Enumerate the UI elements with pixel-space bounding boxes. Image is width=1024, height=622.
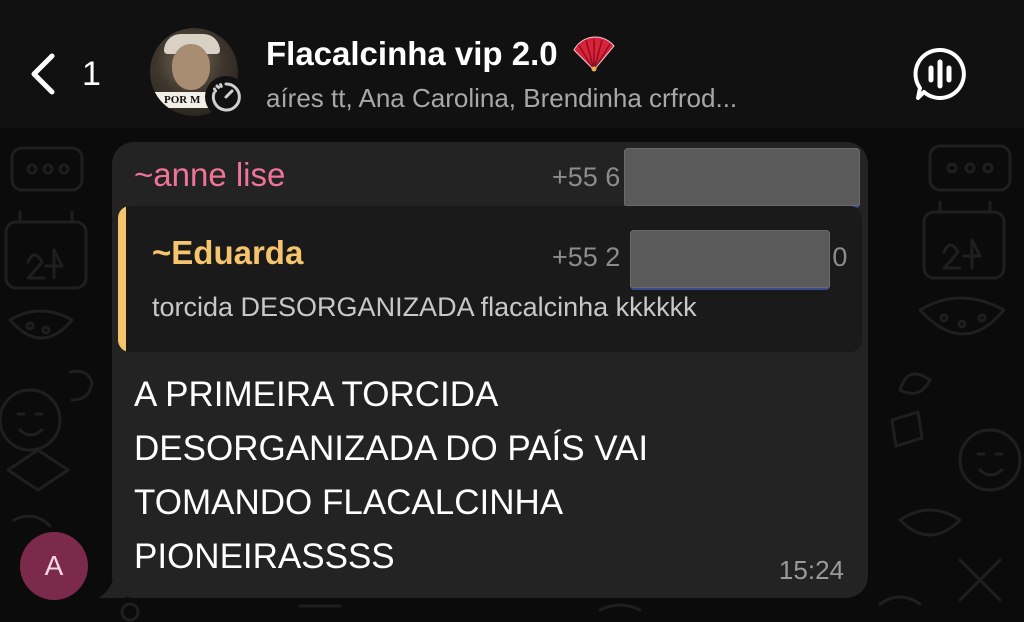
redaction-box — [630, 230, 830, 290]
disappearing-timer-icon — [211, 82, 241, 112]
redaction-box — [624, 148, 860, 208]
message-time: 15:24 — [778, 555, 844, 585]
chat-header: 1 POR M Flacalcinha vip 2.0 aíres tt, An… — [0, 0, 1024, 128]
chat-title-block[interactable]: Flacalcinha vip 2.0 aíres tt, Ana Caroli… — [266, 32, 866, 116]
sender-phone: +55 6 — [552, 162, 621, 192]
chat-screen: 1 POR M Flacalcinha vip 2.0 aíres tt, An… — [0, 0, 1024, 622]
quote-accent-bar — [118, 206, 126, 352]
message-bubble[interactable]: ~anne lise +55 6 ~Eduarda +55 2 0 torcida… — [112, 142, 868, 598]
quoted-message[interactable]: ~Eduarda +55 2 0 torcida DESORGANIZADA fl… — [118, 206, 862, 352]
group-members: aíres tt, Ana Carolina, Brendinha crfrod… — [266, 83, 738, 113]
quoted-phone-suffix: 0 — [832, 242, 848, 272]
sender-name[interactable]: ~anne lise — [134, 154, 285, 196]
group-title: Flacalcinha vip 2.0 — [266, 32, 866, 76]
folding-fan-icon — [573, 36, 615, 72]
quoted-text: torcida DESORGANIZADA flacalcinha kkkkkk — [152, 292, 697, 322]
voice-chat-icon — [913, 47, 966, 100]
quoted-sender-name: ~Eduarda — [152, 234, 304, 271]
chevron-left-icon — [31, 53, 55, 95]
unread-count: 1 — [82, 55, 101, 93]
message-text: A PRIMEIRA TORCIDA DESORGANIZADA DO PAÍS… — [134, 375, 649, 576]
disappearing-timer-badge — [205, 76, 247, 118]
sender-avatar[interactable]: A — [20, 532, 88, 600]
voice-chat-button[interactable] — [910, 44, 970, 104]
back-button[interactable]: 1 — [28, 48, 118, 100]
group-title-text: Flacalcinha vip 2.0 — [266, 35, 558, 72]
quoted-phone-prefix: +55 2 — [552, 242, 621, 272]
avatar-photo-face — [172, 44, 210, 90]
